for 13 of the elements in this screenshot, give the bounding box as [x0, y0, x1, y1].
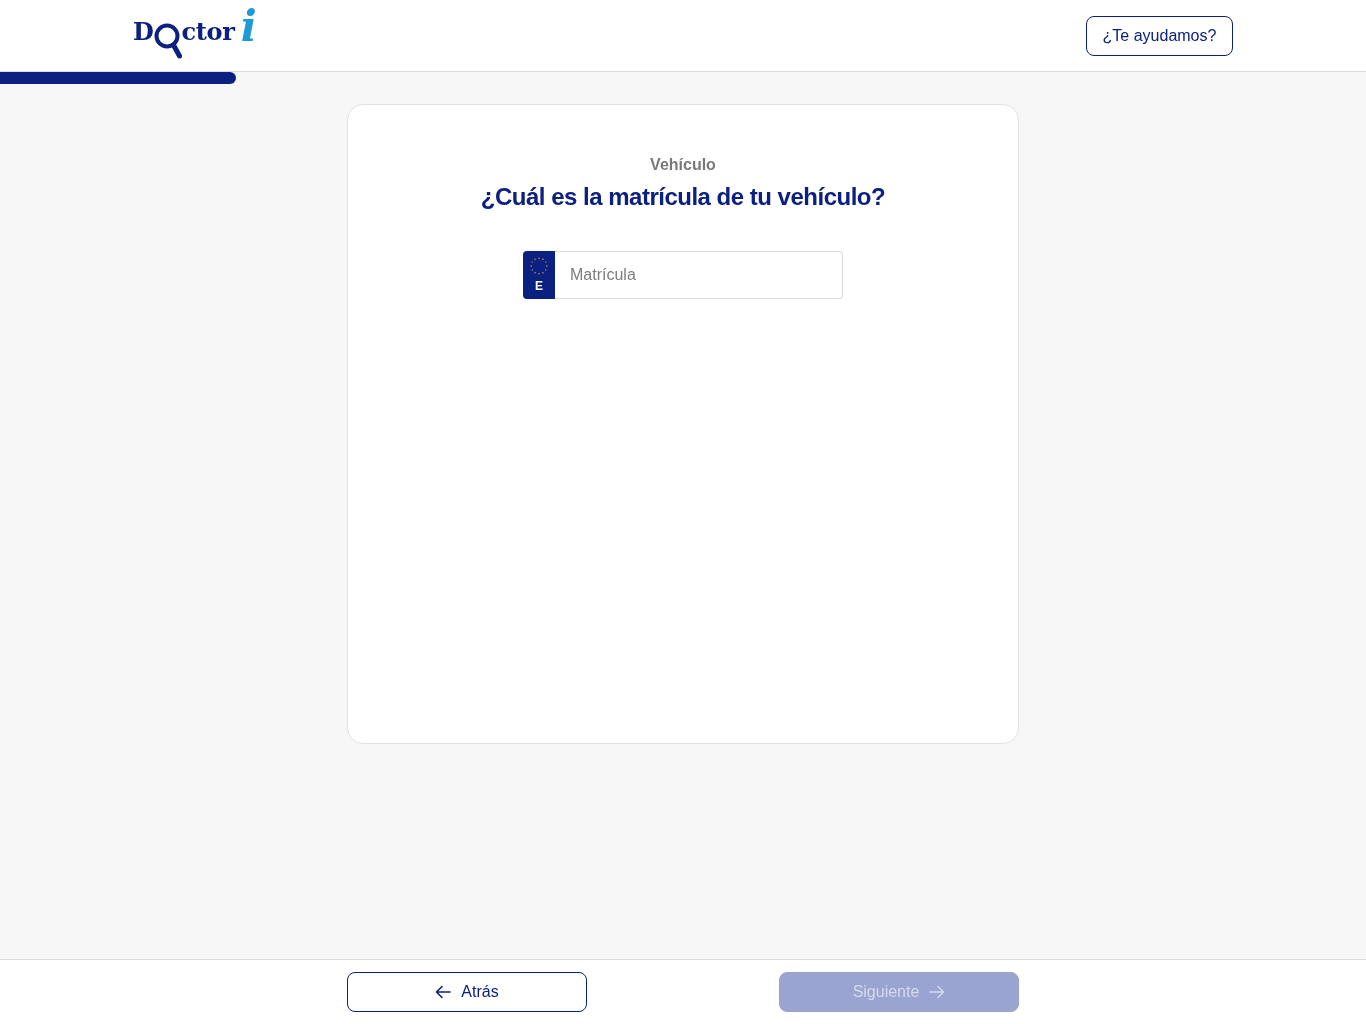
- logo-text: D: [133, 20, 154, 44]
- question-heading: ¿Cuál es la matrícula de tu vehículo?: [479, 182, 887, 212]
- arrow-left-icon: [435, 985, 452, 999]
- section-label: Vehículo: [649, 155, 717, 175]
- logo-info-letter: i: [240, 6, 257, 48]
- license-plate-field[interactable]: Matrícula: [555, 251, 843, 299]
- back-button[interactable]: Atrás: [347, 972, 587, 1012]
- logo-text: ctor: [181, 20, 235, 44]
- star-ring-icon: [530, 257, 548, 275]
- help-button[interactable]: ¿Te ayudamos?: [1086, 16, 1233, 56]
- country-code: E: [535, 279, 543, 293]
- magnifier-icon: [153, 23, 182, 59]
- arrow-right-icon: [929, 985, 946, 999]
